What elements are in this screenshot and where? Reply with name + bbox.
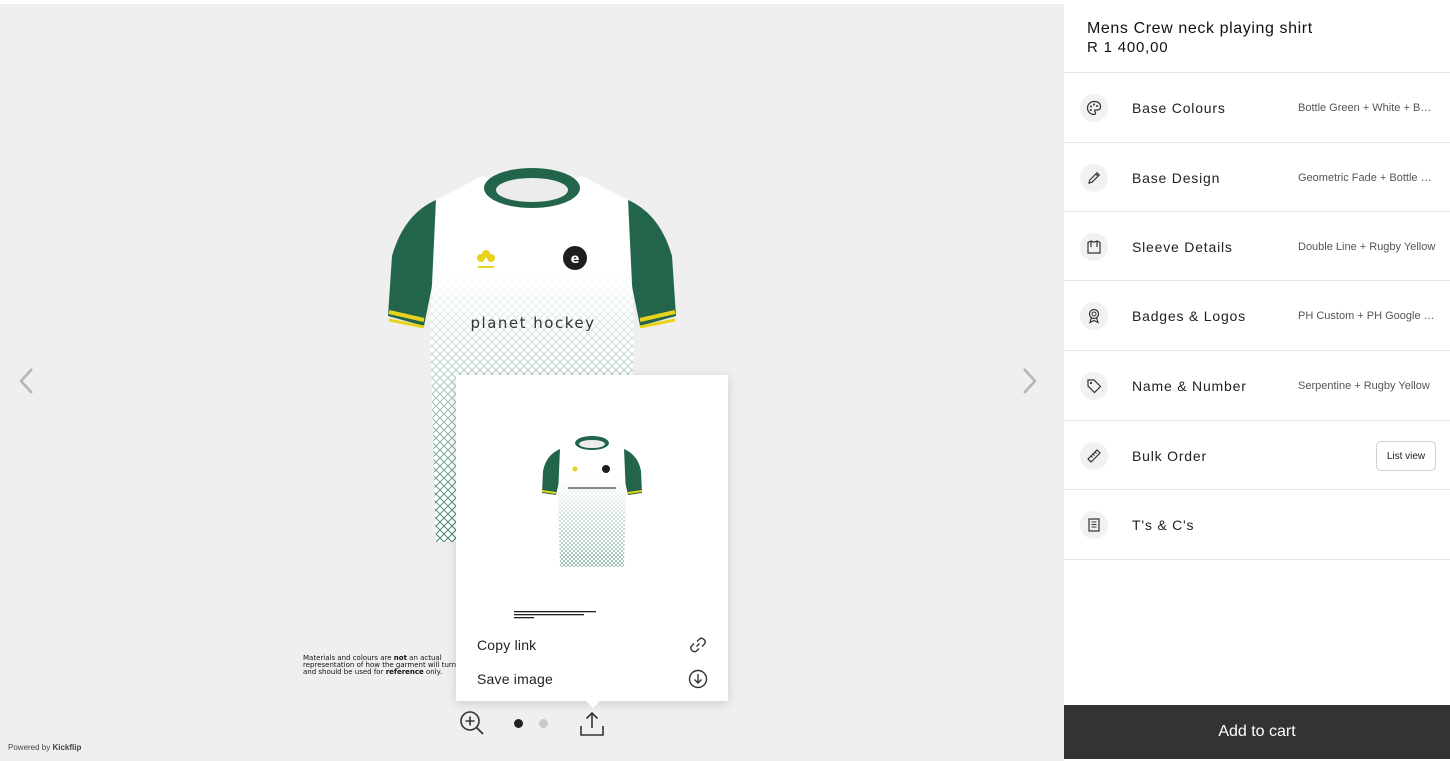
divider	[1064, 559, 1450, 560]
tag-icon	[1080, 372, 1108, 400]
product-title: Mens Crew neck playing shirt	[1087, 20, 1313, 37]
option-label: Bulk Order	[1132, 448, 1207, 464]
badge-icon	[1080, 302, 1108, 330]
share-preview-disclaimer	[514, 606, 596, 619]
option-badges-logos[interactable]: Badges & Logos PH Custom + PH Google Log…	[1064, 281, 1450, 350]
svg-text:e: e	[571, 252, 580, 267]
save-image-label: Save image	[477, 671, 553, 687]
viewer-toolbar	[455, 710, 615, 740]
option-base-design[interactable]: Base Design Geometric Fade + Bottle Gree…	[1064, 143, 1450, 212]
zoom-in-icon[interactable]	[459, 710, 485, 736]
option-label: Base Design	[1132, 170, 1221, 186]
share-icon[interactable]	[579, 710, 605, 738]
option-name-number[interactable]: Name & Number Serpentine + Rugby Yellow	[1064, 351, 1450, 420]
next-view-arrow-icon[interactable]	[1018, 366, 1042, 396]
option-label: Name & Number	[1132, 378, 1247, 394]
share-preview-image	[540, 435, 644, 571]
option-label: T's & C's	[1132, 517, 1195, 533]
link-icon	[690, 637, 706, 653]
ruler-icon	[1080, 442, 1108, 470]
config-panel: Mens Crew neck playing shirt R 1 400,00 …	[1064, 0, 1450, 761]
option-terms[interactable]: T's & C's	[1064, 490, 1450, 559]
shirt-icon	[1080, 233, 1108, 261]
share-popover: Copy link Save image	[456, 375, 728, 708]
option-value: Bottle Green + White + Bottle Green	[1298, 102, 1436, 114]
option-value: PH Custom + PH Google Logo	[1298, 310, 1436, 322]
pencil-icon	[1080, 164, 1108, 192]
view-dot-2[interactable]	[539, 719, 548, 728]
option-bulk-order[interactable]: Bulk Order List view	[1064, 421, 1450, 490]
option-value: Serpentine + Rugby Yellow	[1298, 380, 1430, 392]
option-label: Base Colours	[1132, 100, 1226, 116]
option-base-colours[interactable]: Base Colours Bottle Green + White + Bott…	[1064, 73, 1450, 142]
powered-by: Powered by Kickflip	[8, 743, 82, 752]
document-icon	[1080, 511, 1108, 539]
list-view-button[interactable]: List view	[1376, 441, 1436, 471]
option-label: Badges & Logos	[1132, 308, 1246, 324]
shirt-sponsor-text: planet hockey	[471, 314, 596, 332]
option-label: Sleeve Details	[1132, 239, 1233, 255]
save-image-button[interactable]: Save image	[456, 664, 728, 694]
download-icon	[688, 669, 708, 689]
option-value: Geometric Fade + Bottle Green	[1298, 172, 1436, 184]
option-sleeve-details[interactable]: Sleeve Details Double Line + Rugby Yello…	[1064, 212, 1450, 281]
add-to-cart-button[interactable]: Add to cart	[1064, 705, 1450, 759]
copy-link-button[interactable]: Copy link	[456, 630, 728, 660]
product-price: R 1 400,00	[1087, 39, 1169, 56]
materials-disclaimer: Materials and colours are not an actual …	[303, 654, 470, 676]
palette-icon	[1080, 94, 1108, 122]
view-dot-1[interactable]	[514, 719, 523, 728]
option-value: Double Line + Rugby Yellow	[1298, 241, 1436, 253]
powered-by-brand: Kickflip	[52, 743, 82, 752]
product-header: Mens Crew neck playing shirt R 1 400,00	[1087, 19, 1313, 57]
copy-link-label: Copy link	[477, 637, 537, 653]
previous-view-arrow-icon[interactable]	[14, 366, 38, 396]
